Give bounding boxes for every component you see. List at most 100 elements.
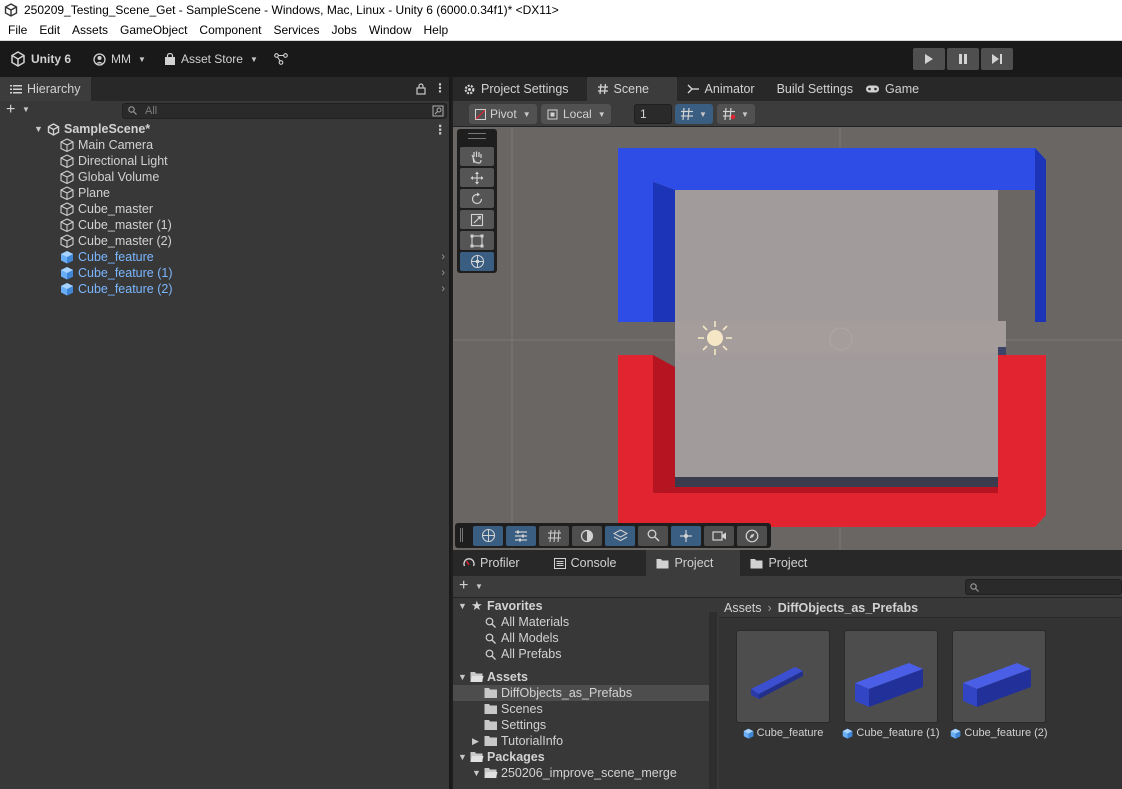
menu-gameobject[interactable]: GameObject (116, 23, 191, 37)
hierarchy-item[interactable]: Cube_feature › (0, 249, 449, 265)
hierarchy-search-input[interactable]: All (122, 103, 447, 119)
draw-mode-toggle[interactable] (572, 525, 602, 546)
drag-handle-icon[interactable] (468, 133, 486, 139)
chevron-right-icon[interactable]: › (441, 251, 445, 263)
menu-jobs[interactable]: Jobs (327, 23, 360, 37)
tool-settings-toggle[interactable] (506, 525, 536, 546)
package-folder-row[interactable]: ▼ 250206_improve_scene_merge (453, 765, 717, 781)
asset-folder-row[interactable]: Scenes (453, 701, 717, 717)
assets-header[interactable]: ▼ Assets (453, 669, 717, 685)
hierarchy-item[interactable]: Global Volume (0, 169, 449, 185)
menu-help[interactable]: Help (420, 23, 453, 37)
project-search-input[interactable] (965, 579, 1122, 595)
chevron-down-icon[interactable]: ▼ (458, 601, 467, 611)
tab-build-settings[interactable]: Build Settings (765, 77, 863, 101)
grid-snap-toggle[interactable]: ▼ (675, 104, 713, 124)
tab-game[interactable]: Game (863, 77, 929, 101)
favorite-item[interactable]: All Materials (453, 614, 717, 630)
breadcrumb-current[interactable]: DiffObjects_as_Prefabs (778, 601, 918, 615)
grid-size-field[interactable]: 1 (634, 104, 672, 124)
hierarchy-item[interactable]: Cube_master (1) (0, 217, 449, 233)
asset-tile[interactable]: Cube_feature (2) (951, 630, 1048, 739)
hierarchy-item[interactable]: Plane (0, 185, 449, 201)
transform-tool-button[interactable] (460, 252, 494, 271)
account-button[interactable]: MM ▼ (87, 47, 152, 71)
scale-tool-button[interactable] (460, 210, 494, 229)
tab-project[interactable]: Project (646, 550, 741, 576)
add-icon[interactable]: + (6, 101, 15, 119)
asset-folder-row[interactable]: Settings (453, 717, 717, 733)
favorites-header[interactable]: ▼ ★ Favorites (453, 598, 717, 614)
lock-icon[interactable] (416, 83, 426, 95)
chevron-down-icon[interactable]: ▼ (458, 752, 467, 762)
menu-services[interactable]: Services (269, 23, 323, 37)
hierarchy-item[interactable]: Directional Light (0, 153, 449, 169)
search-scope-icon[interactable] (432, 105, 444, 117)
favorite-item[interactable]: All Models (453, 630, 717, 646)
hierarchy-item[interactable]: Main Camera (0, 137, 449, 153)
chevron-down-icon[interactable]: ▼ (34, 124, 43, 134)
breadcrumb-root[interactable]: Assets (724, 601, 762, 615)
tab-scene[interactable]: Scene (586, 77, 677, 101)
scene-root-row[interactable]: ▼ SampleScene* ⋮ (0, 121, 449, 137)
hierarchy-item[interactable]: Cube_feature (2) › (0, 281, 449, 297)
rotate-tool-button[interactable] (460, 189, 494, 208)
unity-version-button[interactable]: Unity 6 (4, 47, 77, 71)
rect-tool-button[interactable] (460, 231, 494, 250)
play-button[interactable] (913, 48, 945, 70)
menu-file[interactable]: File (4, 23, 31, 37)
menu-component[interactable]: Component (195, 23, 265, 37)
hierarchy-item[interactable]: Cube_master (2) (0, 233, 449, 249)
asset-store-button[interactable]: Asset Store ▼ (158, 47, 264, 71)
asset-folder-row[interactable]: ▶ TutorialInfo (453, 733, 717, 749)
more-options-icon[interactable]: ⋮ (434, 81, 446, 95)
hand-tool-button[interactable] (460, 147, 494, 166)
tab-animator[interactable]: Animator (677, 77, 765, 101)
asset-tile[interactable]: Cube_feature (736, 630, 830, 739)
chevron-right-icon[interactable]: ▶ (472, 736, 479, 747)
compass-toggle[interactable] (737, 525, 767, 546)
gizmo-axes-icon (680, 529, 692, 542)
search-scene-button[interactable] (638, 525, 668, 546)
tab-console[interactable]: Console (530, 550, 627, 576)
chevron-down-icon[interactable]: ▼ (472, 768, 481, 778)
add-icon[interactable]: + (459, 577, 468, 595)
increment-snap-toggle[interactable]: ▼ (717, 104, 755, 124)
pivot-dropdown[interactable]: Pivot ▼ (469, 104, 537, 124)
chevron-right-icon[interactable]: › (441, 283, 445, 295)
menu-window[interactable]: Window (365, 23, 416, 37)
light-gizmo[interactable] (698, 321, 732, 355)
orientation-gizmo-toggle[interactable] (473, 525, 503, 546)
step-button[interactable] (981, 48, 1013, 70)
scene-viewport[interactable] (453, 127, 1122, 550)
asset-name-label: Cube_feature (1) (856, 727, 940, 739)
menu-edit[interactable]: Edit (35, 23, 64, 37)
tab-hierarchy[interactable]: Hierarchy (0, 77, 91, 101)
cube-icon (60, 138, 74, 153)
gizmo-toggle[interactable] (671, 525, 701, 546)
hierarchy-item[interactable]: Cube_feature (1) › (0, 265, 449, 281)
tab-profiler[interactable]: Profiler (453, 550, 530, 576)
lighting-toggle[interactable] (605, 525, 635, 546)
more-options-icon[interactable]: ⋮ (434, 122, 447, 137)
chevron-right-icon[interactable]: › (441, 267, 445, 279)
hierarchy-item[interactable]: Cube_master (0, 201, 449, 217)
asset-tile[interactable]: Cube_feature (1) (843, 630, 940, 739)
tab-project-second[interactable]: Project (740, 550, 817, 576)
packages-header[interactable]: ▼ Packages (453, 749, 717, 765)
grid-toggle[interactable] (539, 525, 569, 546)
move-tool-button[interactable] (460, 168, 494, 187)
favorite-item[interactable]: All Prefabs (453, 646, 717, 662)
chevron-down-icon[interactable]: ▼ (458, 672, 467, 682)
drag-handle-icon[interactable] (460, 528, 463, 542)
camera-settings-toggle[interactable] (704, 525, 734, 546)
version-control-button[interactable] (268, 47, 299, 71)
chevron-down-icon[interactable]: ▼ (22, 105, 30, 114)
asset-folder-row[interactable]: DiffObjects_as_Prefabs (453, 685, 717, 701)
local-dropdown[interactable]: Local ▼ (541, 104, 611, 124)
menu-assets[interactable]: Assets (68, 23, 112, 37)
tree-scrollbar[interactable] (709, 612, 717, 789)
pause-button[interactable] (947, 48, 979, 70)
tab-project-settings[interactable]: Project Settings (453, 77, 579, 101)
chevron-down-icon[interactable]: ▼ (475, 582, 483, 591)
